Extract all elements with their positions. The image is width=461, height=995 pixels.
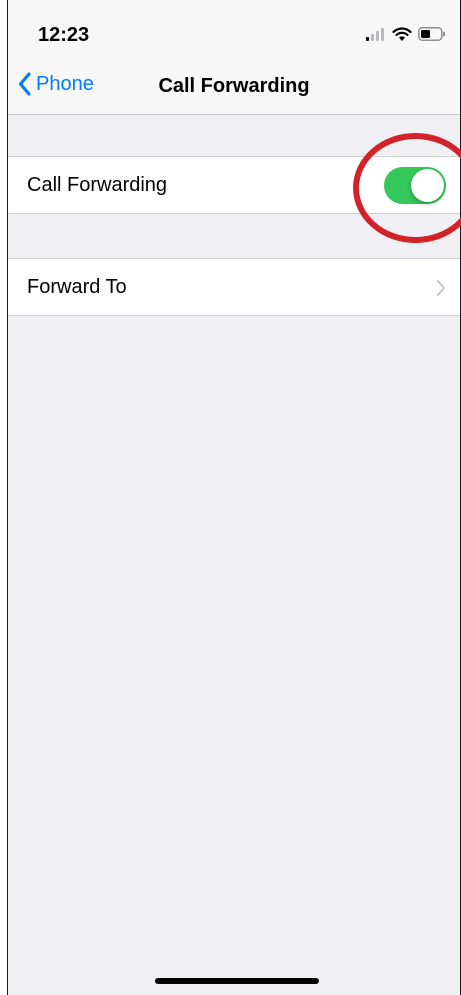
- phone-screen: 12:23 Phone Call Forwarding Call Forward…: [7, 0, 461, 995]
- home-indicator: [155, 978, 319, 984]
- chevron-right-icon: [437, 280, 445, 296]
- status-icons: [366, 24, 446, 44]
- page-title: Call Forwarding: [158, 75, 310, 97]
- call-forwarding-row: Call Forwarding: [8, 156, 460, 214]
- toggle-knob: [411, 169, 444, 202]
- forward-to-row[interactable]: Forward To: [8, 258, 460, 316]
- navigation-header: 12:23 Phone Call Forwarding: [8, 0, 460, 115]
- forward-to-label: Forward To: [27, 276, 127, 298]
- wifi-icon: [392, 26, 412, 41]
- signal-icon: [366, 28, 384, 41]
- call-forwarding-label: Call Forwarding: [27, 174, 168, 196]
- status-time: 12:23: [38, 24, 90, 46]
- call-forwarding-toggle[interactable]: [384, 167, 446, 204]
- battery-icon: [418, 27, 445, 41]
